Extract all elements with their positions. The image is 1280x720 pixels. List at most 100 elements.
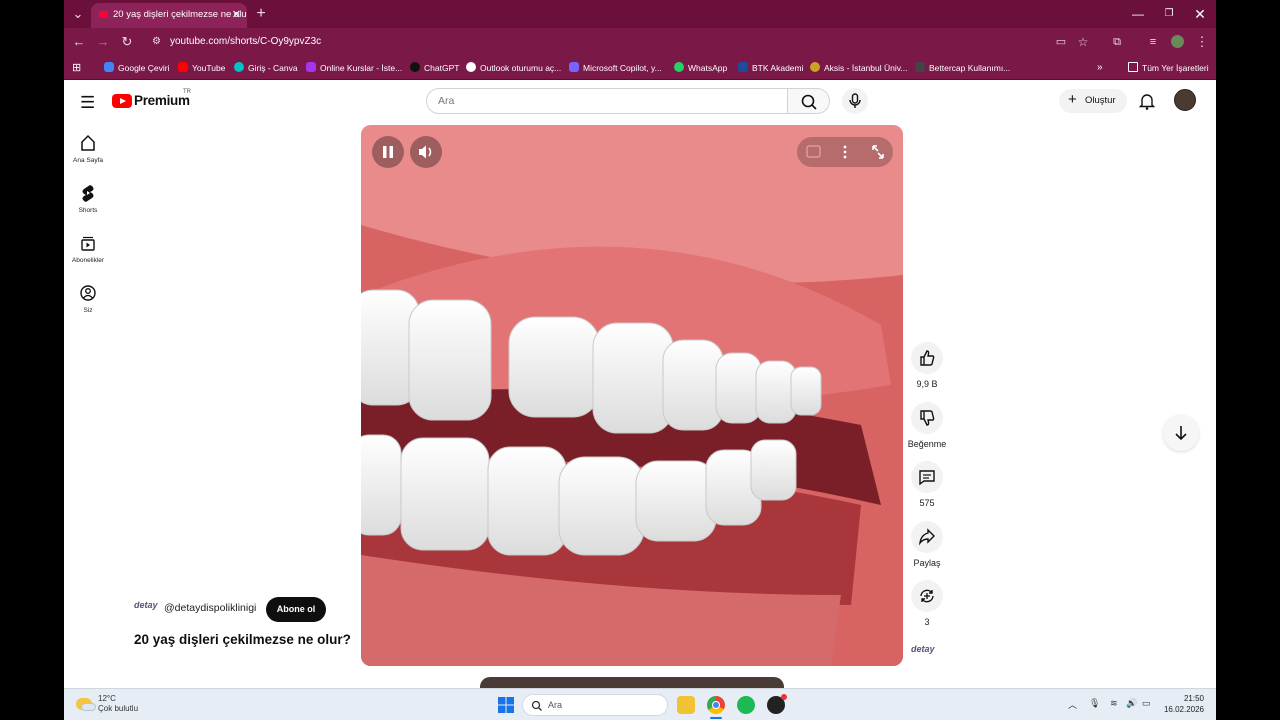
taskbar-search-input[interactable]: Ara bbox=[522, 694, 668, 716]
remix-count: 3 bbox=[924, 617, 930, 627]
file-explorer-icon[interactable] bbox=[677, 696, 695, 714]
btk-icon bbox=[738, 62, 748, 72]
bookmark-chatgpt[interactable]: ChatGPT bbox=[410, 56, 459, 80]
search-button[interactable] bbox=[788, 88, 830, 114]
wifi-icon[interactable]: ≋ bbox=[1110, 698, 1118, 709]
search-icon bbox=[531, 700, 542, 711]
dislike-label: Beğenme bbox=[907, 439, 947, 449]
app-icon[interactable] bbox=[767, 694, 787, 714]
forward-icon[interactable]: → bbox=[93, 28, 113, 56]
more-bookmarks-icon[interactable]: » bbox=[1097, 56, 1103, 80]
video-frame-teeth-image bbox=[361, 125, 903, 666]
media-control-icon[interactable]: ≡ bbox=[1143, 28, 1163, 56]
like-button[interactable]: 9,9 B bbox=[906, 342, 948, 389]
hamburger-menu-icon[interactable]: ☰ bbox=[80, 93, 95, 113]
microphone-icon bbox=[849, 93, 861, 108]
pause-button[interactable] bbox=[372, 136, 404, 168]
battery-icon[interactable]: ▭ bbox=[1142, 698, 1151, 709]
spotify-icon[interactable] bbox=[737, 696, 755, 714]
bookmark-btk-akademi[interactable]: BTK Akademi bbox=[738, 56, 804, 80]
youtube-page: ☰ Premium TR Ara + Oluştur Ana Sayfa Shor… bbox=[64, 81, 1216, 688]
search-icon bbox=[801, 94, 817, 110]
clock-time: 21:50 bbox=[1183, 694, 1204, 703]
sidebar-item-home[interactable]: Ana Sayfa bbox=[64, 133, 112, 164]
short-title[interactable]: 20 yaş dişleri çekilmezse ne olur? bbox=[134, 632, 351, 647]
folder-icon bbox=[1128, 62, 1138, 72]
show-hidden-icons-icon[interactable]: ︿ bbox=[1068, 698, 1077, 711]
sidebar-item-subscriptions[interactable]: Abonelikler bbox=[64, 233, 112, 264]
new-tab-icon[interactable]: + bbox=[251, 0, 271, 28]
bookmark-google-ceviri[interactable]: Google Çeviri bbox=[104, 56, 170, 80]
browser-tab[interactable]: 20 yaş dişleri çekilmezse ne olur ✕ bbox=[91, 3, 247, 28]
bookmark-canva[interactable]: Giriş - Canva bbox=[234, 56, 298, 80]
close-window-icon[interactable]: ✕ bbox=[1185, 0, 1215, 28]
copilot-icon bbox=[569, 62, 579, 72]
tab-strip: ⌄ 20 yaş dişleri çekilmezse ne olur ✕ + … bbox=[64, 0, 1216, 28]
sidebar-item-shorts[interactable]: Shorts bbox=[64, 183, 112, 214]
subscriptions-icon bbox=[81, 236, 95, 251]
close-tab-icon[interactable]: ✕ bbox=[232, 3, 241, 27]
back-icon[interactable]: ← bbox=[69, 28, 89, 56]
plus-icon: + bbox=[1068, 91, 1077, 108]
channel-logo-small[interactable]: detay bbox=[911, 644, 935, 654]
bookmark-copilot[interactable]: Microsoft Copilot, y... bbox=[569, 56, 662, 80]
bookmark-star-icon[interactable]: ☆ bbox=[1073, 28, 1093, 56]
extensions-icon[interactable]: ⧉ bbox=[1107, 28, 1127, 56]
thumbs-down-icon bbox=[920, 410, 935, 426]
windows-taskbar: 12°C Çok bulutlu Ara ︿ 🎙 ≋ 🔊 ▭ 21:50 16.… bbox=[64, 688, 1216, 720]
reload-icon[interactable]: ↻ bbox=[117, 28, 137, 56]
sidebar-item-you[interactable]: Siz bbox=[64, 283, 112, 314]
bookmark-youtube[interactable]: YouTube bbox=[178, 56, 225, 80]
share-button[interactable]: Paylaş bbox=[906, 521, 948, 568]
dislike-button[interactable]: Beğenme bbox=[906, 402, 948, 449]
you-icon bbox=[80, 285, 96, 301]
youtube-play-icon bbox=[112, 94, 132, 108]
whatsapp-icon bbox=[674, 62, 684, 72]
restore-icon[interactable]: ❐ bbox=[1154, 0, 1184, 28]
voice-search-button[interactable] bbox=[842, 88, 868, 114]
video-top-controls bbox=[797, 137, 893, 167]
comment-count: 575 bbox=[919, 498, 935, 508]
shorts-video-player[interactable] bbox=[361, 125, 903, 666]
site-info-icon[interactable]: ⚙ bbox=[152, 28, 161, 56]
bookmark-outlook[interactable]: Outlook oturumu aç... bbox=[466, 56, 561, 80]
remix-button[interactable]: 3 bbox=[906, 580, 948, 627]
browser-menu-icon[interactable]: ⋮ bbox=[1192, 28, 1212, 56]
bookmark-bettercap[interactable]: Bettercap Kullanımı... bbox=[915, 56, 1010, 80]
comments-button[interactable]: 575 bbox=[906, 461, 948, 508]
next-short-button[interactable] bbox=[1163, 415, 1199, 451]
channel-handle[interactable]: @detaydispoliklinigi bbox=[164, 602, 256, 614]
volume-button[interactable] bbox=[410, 136, 442, 168]
bookmark-whatsapp[interactable]: WhatsApp bbox=[674, 56, 727, 80]
bookmark-aksis[interactable]: Aksis - İstanbul Üniv... bbox=[810, 56, 907, 80]
thumbs-up-icon bbox=[920, 350, 935, 366]
subscribe-button[interactable]: Abone ol bbox=[266, 597, 326, 622]
channel-logo[interactable]: detay bbox=[134, 600, 158, 610]
cast-icon[interactable]: ▭ bbox=[1051, 28, 1071, 56]
all-bookmarks-folder[interactable]: Tüm Yer İşaretleri bbox=[1128, 56, 1209, 80]
microphone-tray-icon[interactable]: 🎙 bbox=[1089, 698, 1100, 709]
notifications-bell-icon[interactable] bbox=[1138, 92, 1156, 110]
apps-grid-icon[interactable]: ⊞ bbox=[72, 56, 81, 80]
volume-tray-icon[interactable]: 🔊 bbox=[1126, 698, 1137, 709]
chrome-icon[interactable] bbox=[707, 696, 725, 714]
chatgpt-icon bbox=[410, 62, 420, 72]
create-button[interactable]: + Oluştur bbox=[1059, 89, 1127, 113]
next-short-preview[interactable] bbox=[480, 677, 784, 688]
search-input[interactable]: Ara bbox=[426, 88, 788, 114]
fullscreen-icon[interactable] bbox=[872, 145, 884, 159]
aksis-icon bbox=[810, 62, 820, 72]
minimize-icon[interactable]: — bbox=[1123, 0, 1153, 28]
more-options-icon[interactable] bbox=[843, 145, 847, 159]
captions-icon[interactable] bbox=[806, 145, 821, 158]
profile-icon[interactable] bbox=[1167, 28, 1187, 56]
windows-start-icon[interactable] bbox=[497, 696, 515, 714]
system-clock[interactable]: 21:50 16.02.2026 bbox=[1162, 693, 1204, 715]
address-bar[interactable]: ⚙ youtube.com/shorts/C-Oy9ypvZ3c bbox=[152, 28, 1012, 56]
tab-search-icon[interactable]: ⌄ bbox=[68, 0, 88, 28]
url-text: youtube.com/shorts/C-Oy9ypvZ3c bbox=[170, 36, 322, 47]
bettercap-icon bbox=[915, 62, 925, 72]
bookmark-online-kurslar[interactable]: Online Kurslar - İste... bbox=[306, 56, 402, 80]
user-avatar[interactable] bbox=[1174, 89, 1196, 111]
home-icon bbox=[81, 134, 95, 151]
